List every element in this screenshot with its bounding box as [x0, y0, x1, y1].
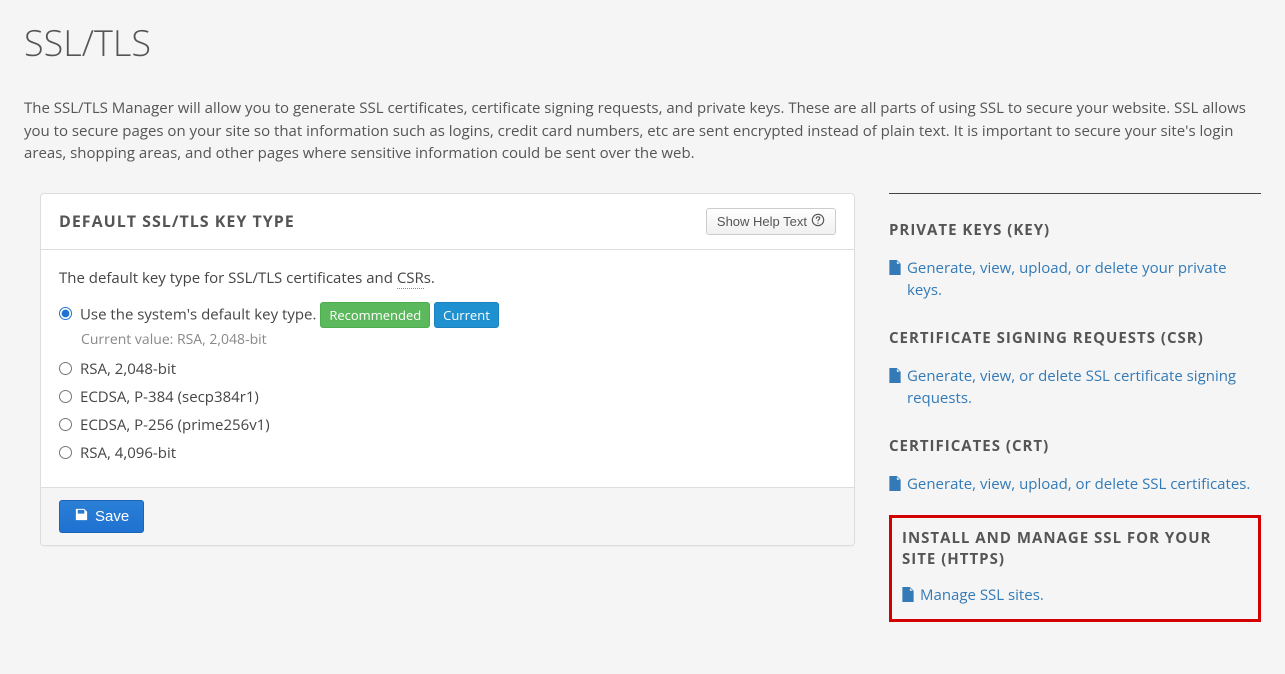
link-csr[interactable]: Generate, view, or delete SSL certificat… [907, 365, 1261, 410]
link-certificates[interactable]: Generate, view, upload, or delete SSL ce… [907, 473, 1250, 496]
document-icon [889, 368, 903, 383]
radio-system-default[interactable] [59, 307, 72, 320]
key-type-radio-group: Use the system's default key type. Recom… [59, 302, 836, 466]
radio-label-ecdsa-p256: ECDSA, P-256 (prime256v1) [80, 413, 270, 437]
radio-label-ecdsa-p384: ECDSA, P-384 (secp384r1) [80, 385, 259, 409]
document-icon [889, 476, 903, 491]
radio-ecdsa-p256[interactable] [59, 418, 72, 431]
badge-recommended: Recommended [320, 302, 430, 329]
radio-ecdsa-p384[interactable] [59, 390, 72, 403]
heading-csr: CERTIFICATE SIGNING REQUESTS (CSR) [889, 328, 1261, 349]
save-icon [74, 507, 89, 526]
panel-title: DEFAULT SSL/TLS KEY TYPE [59, 210, 295, 232]
intro-text: The SSL/TLS Manager will allow you to ge… [24, 97, 1261, 165]
install-ssl-highlight: INSTALL AND MANAGE SSL FOR YOUR SITE (HT… [889, 515, 1261, 622]
document-icon [889, 260, 903, 275]
key-type-description: The default key type for SSL/TLS certifi… [59, 268, 836, 288]
save-button[interactable]: Save [59, 500, 144, 533]
help-button-label: Show Help Text [717, 214, 807, 229]
link-manage-ssl-sites[interactable]: Manage SSL sites. [920, 584, 1044, 607]
show-help-button[interactable]: Show Help Text [706, 208, 836, 235]
heading-install-ssl: INSTALL AND MANAGE SSL FOR YOUR SITE (HT… [902, 528, 1248, 570]
sidebar-divider [889, 193, 1261, 194]
document-icon [902, 587, 916, 602]
badge-current: Current [434, 302, 499, 329]
radio-label-rsa-2048: RSA, 2,048-bit [80, 357, 176, 381]
radio-rsa-4096[interactable] [59, 446, 72, 459]
radio-label-system-default: Use the system's default key type. [80, 304, 316, 324]
heading-certificates: CERTIFICATES (CRT) [889, 436, 1261, 457]
radio-rsa-2048[interactable] [59, 362, 72, 375]
link-private-keys[interactable]: Generate, view, upload, or delete your p… [907, 257, 1261, 302]
csr-abbr: CSR [397, 268, 424, 289]
page-title: SSL/TLS [24, 18, 1261, 67]
question-circle-icon [811, 213, 825, 230]
heading-private-keys: PRIVATE KEYS (KEY) [889, 220, 1261, 241]
current-value-text: Current value: RSA, 2,048-bit [81, 330, 836, 349]
key-type-panel: DEFAULT SSL/TLS KEY TYPE Show Help Text … [40, 193, 855, 547]
radio-label-rsa-4096: RSA, 4,096-bit [80, 441, 176, 465]
save-button-label: Save [95, 508, 129, 525]
